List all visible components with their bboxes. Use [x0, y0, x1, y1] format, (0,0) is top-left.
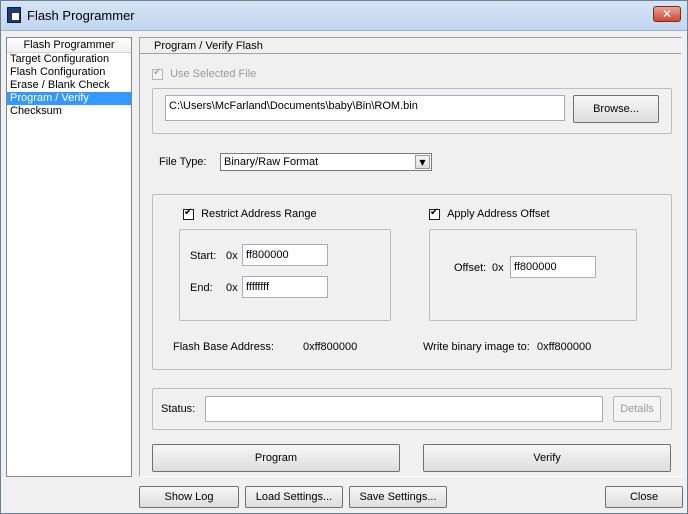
- offset-address-field[interactable]: ff800000: [510, 256, 596, 278]
- save-settings-button[interactable]: Save Settings...: [349, 486, 447, 508]
- nav-item-target-configuration[interactable]: Target Configuration: [7, 53, 131, 66]
- chevron-down-icon[interactable]: ▼: [415, 155, 430, 169]
- status-field[interactable]: [205, 396, 603, 422]
- details-button[interactable]: Details: [613, 396, 661, 422]
- start-label: Start:: [190, 250, 217, 262]
- restrict-address-range-row: Restrict Address Range: [183, 207, 317, 221]
- address-range-subgroup: Start: 0x ff800000 End: 0x ffffffff: [179, 229, 391, 321]
- end-address-field[interactable]: ffffffff: [242, 276, 328, 298]
- load-settings-button[interactable]: Load Settings...: [245, 486, 343, 508]
- address-group: Restrict Address Range Start: 0x ff80000…: [152, 194, 672, 370]
- nav-item-program-verify[interactable]: Program / Verify: [7, 92, 131, 105]
- restrict-address-range-checkbox[interactable]: [183, 207, 194, 220]
- address-offset-subgroup: Offset: 0x ff800000: [429, 229, 637, 321]
- panel-title: Program / Verify Flash: [140, 38, 681, 54]
- apply-address-offset-row: Apply Address Offset: [429, 207, 550, 221]
- use-selected-file-label: Use Selected File: [170, 68, 257, 81]
- restrict-address-range-label: Restrict Address Range: [201, 208, 317, 221]
- file-path-field[interactable]: C:\Users\McFarland\Documents\baby\Bin\RO…: [165, 95, 565, 121]
- file-type-dropdown[interactable]: Binary/Raw Format ▼: [220, 153, 432, 171]
- apply-address-offset-checkbox[interactable]: [429, 207, 440, 220]
- use-selected-file-checkbox[interactable]: [152, 67, 163, 80]
- flash-base-address-label: Flash Base Address:: [173, 341, 274, 353]
- write-binary-image-value: 0xff800000: [537, 341, 592, 353]
- file-type-value: Binary/Raw Format: [224, 156, 319, 168]
- show-log-button[interactable]: Show Log: [139, 486, 239, 508]
- apply-address-offset-label: Apply Address Offset: [447, 208, 550, 221]
- nav-item-erase-blank-check[interactable]: Erase / Blank Check: [7, 79, 131, 92]
- offset-prefix: 0x: [492, 262, 504, 274]
- program-verify-panel: Program / Verify Flash Use Selected File…: [139, 37, 682, 477]
- offset-label: Offset:: [454, 262, 487, 274]
- window-close-button[interactable]: ✕: [653, 6, 681, 22]
- window-title: Flash Programmer: [27, 8, 135, 23]
- flash-base-address-value: 0xff800000: [303, 341, 358, 353]
- start-address-field[interactable]: ff800000: [242, 244, 328, 266]
- program-button[interactable]: Program: [152, 444, 400, 472]
- verify-button[interactable]: Verify: [423, 444, 671, 472]
- status-group: Status: Details: [152, 388, 672, 430]
- status-label: Status:: [161, 403, 196, 415]
- file-group: C:\Users\McFarland\Documents\baby\Bin\RO…: [152, 88, 672, 134]
- use-selected-file-row: Use Selected File: [152, 67, 257, 81]
- write-binary-image-label: Write binary image to:: [423, 341, 530, 353]
- end-label: End:: [190, 282, 213, 294]
- start-prefix: 0x: [226, 250, 238, 262]
- end-prefix: 0x: [226, 282, 238, 294]
- nav-list-header[interactable]: Flash Programmer: [7, 38, 131, 53]
- nav-item-checksum[interactable]: Checksum: [7, 105, 131, 118]
- nav-item-flash-configuration[interactable]: Flash Configuration: [7, 66, 131, 79]
- nav-list: Flash Programmer Target Configuration Fl…: [6, 37, 132, 477]
- app-icon: [7, 7, 21, 23]
- file-type-label: File Type:: [159, 156, 207, 168]
- flash-programmer-window: Flash Programmer ✕ Flash Programmer Targ…: [0, 0, 688, 514]
- browse-button[interactable]: Browse...: [573, 95, 659, 123]
- title-bar[interactable]: Flash Programmer ✕: [1, 1, 687, 31]
- close-button[interactable]: Close: [605, 486, 683, 508]
